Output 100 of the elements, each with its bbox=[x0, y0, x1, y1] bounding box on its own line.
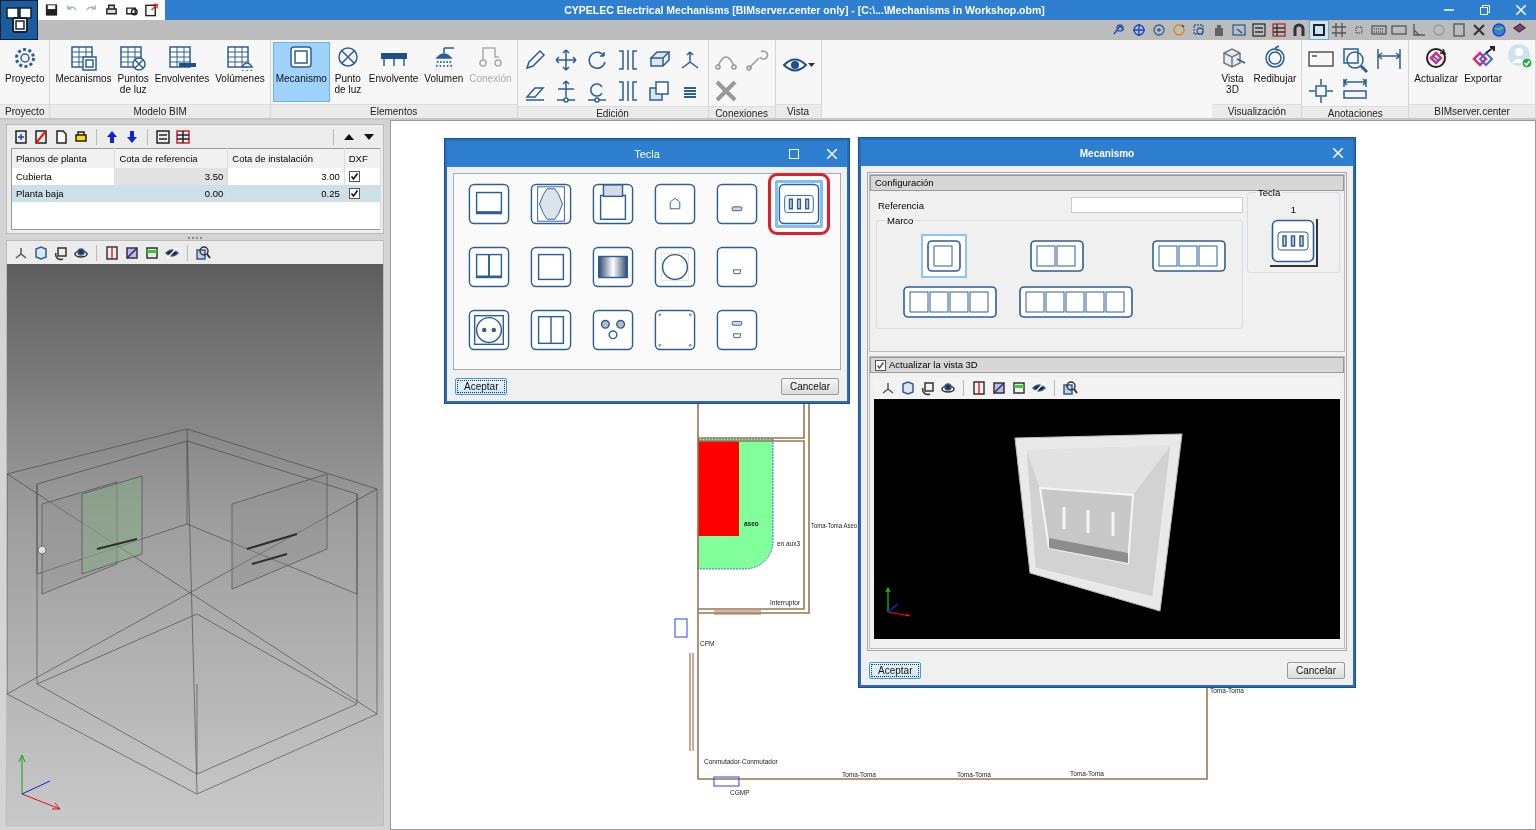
save-icon[interactable] bbox=[44, 2, 59, 18]
delete-cross-icon[interactable] bbox=[714, 78, 739, 103]
frame-option[interactable] bbox=[921, 234, 967, 278]
rotate-box-icon[interactable] bbox=[53, 244, 69, 261]
ribbon-button[interactable]: Envolventes bbox=[151, 42, 213, 102]
diagonal-section-icon[interactable] bbox=[124, 244, 140, 261]
arrow-down-icon[interactable] bbox=[124, 128, 140, 145]
caret-icon[interactable] bbox=[807, 62, 815, 68]
frame-icon bbox=[927, 240, 961, 272]
group-label: Conexiones bbox=[708, 106, 775, 118]
dxf-icon[interactable] bbox=[1250, 21, 1268, 39]
group-label: Anotaciones bbox=[1302, 106, 1409, 118]
dialog-title: Mecanismo bbox=[1079, 147, 1135, 159]
zoom-icon[interactable] bbox=[1062, 380, 1078, 396]
zoom-in-icon[interactable] bbox=[1150, 21, 1168, 39]
dxf-grid-icon[interactable] bbox=[1270, 21, 1288, 39]
eye-icon[interactable] bbox=[781, 56, 808, 74]
move-label-icon[interactable] bbox=[1307, 76, 1336, 105]
rotate-box-icon[interactable] bbox=[920, 380, 936, 396]
cancel-button[interactable]: Cancelar bbox=[1286, 662, 1345, 679]
connector-icon bbox=[716, 183, 758, 225]
gradient-panel-icon bbox=[592, 246, 634, 288]
axes-icon[interactable] bbox=[880, 380, 896, 396]
close-icon[interactable] bbox=[1516, 5, 1526, 15]
close-icon[interactable] bbox=[827, 149, 837, 159]
ribbon-button[interactable]: Vista 3D bbox=[1214, 42, 1251, 102]
ribbon-button[interactable]: Exportar bbox=[1461, 42, 1505, 102]
pencil-icon[interactable] bbox=[523, 47, 548, 72]
ribbon-button[interactable]: Punto de luz bbox=[329, 42, 366, 102]
restore-icon[interactable] bbox=[1480, 5, 1490, 15]
ribbon-button[interactable]: Actualizar bbox=[1411, 42, 1462, 102]
axes-icon bbox=[18, 754, 61, 810]
ribbon-button[interactable]: Mecanismos bbox=[52, 42, 115, 102]
checkbox[interactable] bbox=[348, 188, 360, 200]
blank-square-icon bbox=[530, 246, 572, 288]
zoom-text-icon[interactable] bbox=[1341, 45, 1370, 74]
table-row[interactable]: Planta baja 0.00 0.25 bbox=[11, 185, 381, 202]
edit-plan-icon[interactable] bbox=[73, 128, 89, 145]
table-shower-icon bbox=[224, 45, 255, 71]
ribbon-button[interactable]: Redibujar bbox=[1250, 42, 1300, 102]
schuko-socket-icon bbox=[468, 309, 510, 351]
viewport-3d[interactable] bbox=[874, 399, 1340, 639]
maximize-icon[interactable] bbox=[789, 149, 799, 159]
double-rocker-icon bbox=[468, 246, 510, 288]
table-cell: 0.00 bbox=[114, 185, 228, 202]
ribbon-button[interactable]: Envolvente bbox=[365, 42, 422, 102]
ribbon-button[interactable]: Proyecto bbox=[2, 42, 48, 102]
box-view-icon[interactable] bbox=[900, 380, 916, 396]
close-icon[interactable] bbox=[1333, 148, 1343, 158]
dxf-grid-icon[interactable] bbox=[175, 128, 191, 145]
accept-button[interactable]: Aceptar bbox=[869, 662, 922, 679]
add-plan-icon[interactable] bbox=[13, 128, 29, 145]
horizontal-section-icon[interactable] bbox=[1011, 380, 1027, 396]
column-header: Planos de planta bbox=[11, 148, 115, 168]
cancel-button[interactable]: Cancelar bbox=[780, 377, 839, 395]
square-icon[interactable] bbox=[1310, 21, 1328, 39]
horizontal-section-icon[interactable] bbox=[144, 244, 160, 261]
key-preview[interactable] bbox=[1269, 219, 1318, 267]
group-label: Elementos bbox=[270, 104, 517, 118]
grid-icon[interactable] bbox=[1330, 21, 1348, 39]
arc-rotate-icon[interactable] bbox=[745, 47, 770, 72]
box-view-icon[interactable] bbox=[33, 244, 49, 261]
export-file-icon[interactable] bbox=[144, 2, 159, 18]
drawing-canvas[interactable] bbox=[390, 120, 1536, 830]
ribbon-button[interactable]: Mecanismo bbox=[272, 42, 330, 102]
delete-plan-icon[interactable] bbox=[33, 128, 49, 145]
section-plane-icon[interactable] bbox=[971, 380, 987, 396]
user-avatar-icon[interactable] bbox=[1505, 42, 1533, 70]
zoom-icon[interactable] bbox=[195, 244, 211, 261]
ribbon-button[interactable]: Volumen bbox=[421, 42, 467, 102]
group-label: Marco bbox=[886, 215, 915, 226]
move-icon[interactable] bbox=[554, 47, 579, 72]
input-field[interactable] bbox=[1071, 197, 1243, 213]
checkbox[interactable] bbox=[348, 171, 360, 183]
column-header: Cota de referencia bbox=[114, 148, 228, 168]
checkbox[interactable] bbox=[875, 359, 886, 371]
key-count: 1 bbox=[1290, 204, 1297, 215]
orbit-icon[interactable] bbox=[940, 380, 956, 396]
dxf-file-icon[interactable] bbox=[155, 128, 171, 145]
zoom-extents-icon[interactable] bbox=[1130, 21, 1148, 39]
ribbon-button[interactable]: Volúmenes bbox=[212, 42, 268, 102]
field-label: Referencia bbox=[878, 199, 924, 211]
hide-icon[interactable] bbox=[1031, 380, 1047, 396]
window-icon[interactable] bbox=[1230, 21, 1248, 39]
double-connector-icon bbox=[716, 309, 758, 351]
ribbon-button[interactable]: Puntos de luz bbox=[114, 42, 152, 102]
table-square-icon bbox=[68, 45, 99, 71]
group-label: Vista bbox=[775, 104, 821, 118]
copy-icon[interactable] bbox=[647, 78, 672, 103]
window-title: CYPELEC Electrical Mechanisms [BIMserver.center only] - [C:\...\Mechanisms in Workshop.obm] bbox=[563, 4, 1046, 16]
hdmi-port-icon bbox=[716, 246, 758, 288]
group-label: Proyecto bbox=[0, 104, 50, 118]
globe-icon[interactable] bbox=[1490, 21, 1508, 39]
angle-icon[interactable] bbox=[1410, 21, 1428, 39]
checkbox-label: Actualizar la vista 3D bbox=[889, 358, 978, 372]
diagonal-section-icon[interactable] bbox=[991, 380, 1007, 396]
section-plane-icon[interactable] bbox=[104, 244, 120, 261]
accept-button[interactable]: Aceptar bbox=[455, 377, 508, 395]
dialog-title: Tecla bbox=[634, 148, 660, 160]
copy-plan-icon[interactable] bbox=[53, 128, 69, 145]
